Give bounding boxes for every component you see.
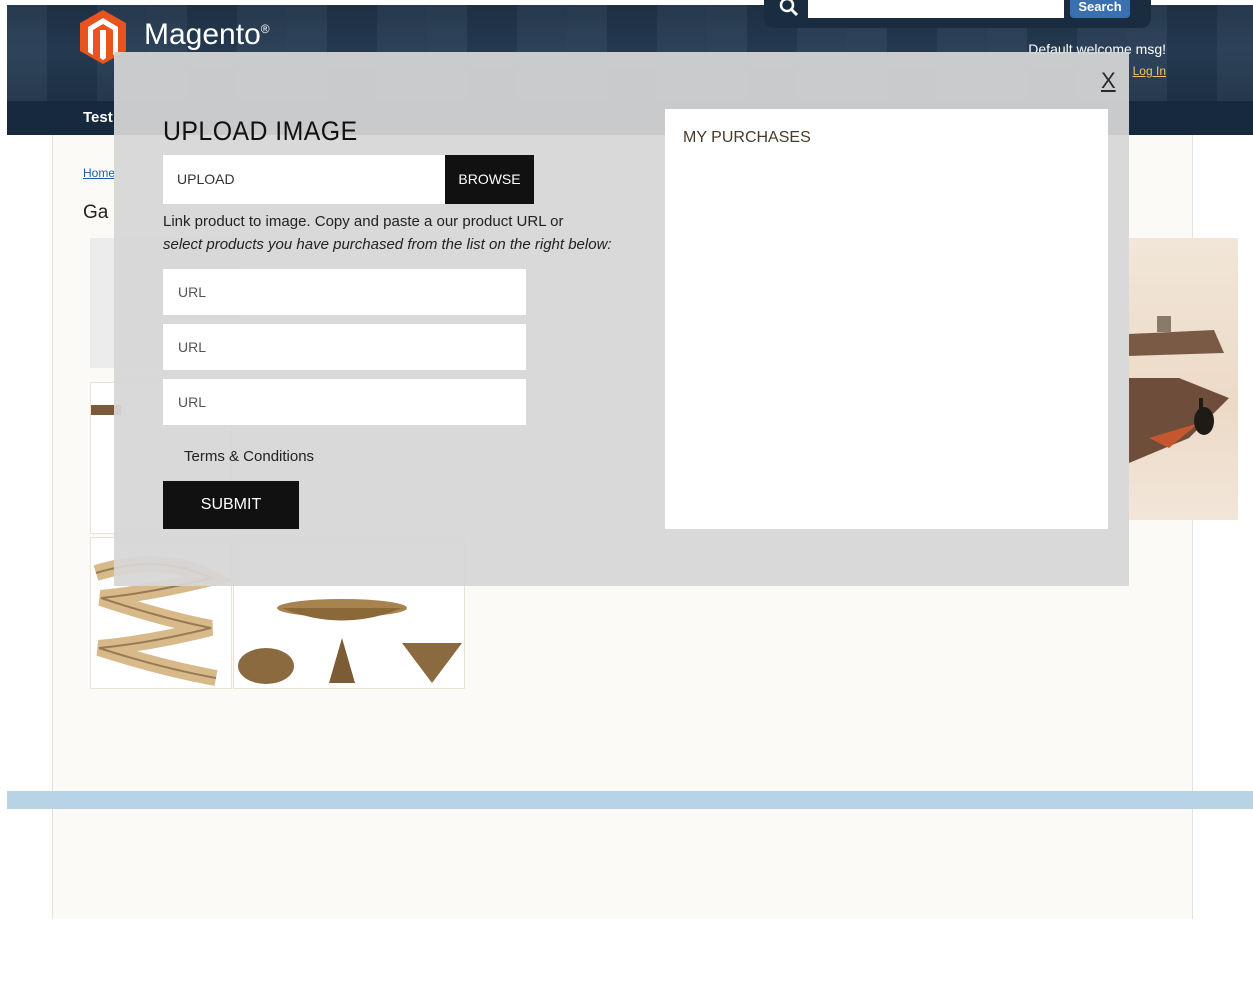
instructions-text: Link product to image. Copy and paste a …	[163, 213, 564, 230]
search-button[interactable]: Search	[1070, 0, 1130, 18]
instructions-text-italic: select products you have purchased from …	[163, 236, 612, 253]
terms-conditions-link[interactable]: Terms & Conditions	[184, 448, 314, 465]
brand-name[interactable]: Magento®	[144, 18, 270, 52]
product-url-input-2[interactable]: URL	[163, 324, 526, 370]
search-icon	[779, 0, 799, 17]
brand-trademark: ®	[260, 22, 270, 36]
breadcrumb-home[interactable]: Home	[83, 166, 115, 180]
my-purchases-panel: MY PURCHASES	[665, 109, 1108, 529]
purchases-title: MY PURCHASES	[683, 129, 811, 146]
modal-title: UPLOAD IMAGE	[163, 116, 358, 146]
upload-field[interactable]: UPLOAD	[163, 155, 445, 204]
top-links: Log In	[1123, 64, 1166, 78]
login-link[interactable]: Log In	[1133, 64, 1166, 78]
product-url-input-3[interactable]: URL	[163, 379, 526, 425]
shelf-vase-image	[1129, 316, 1229, 463]
upload-image-modal: X UPLOAD IMAGE UPLOAD BROWSE Link produc…	[114, 52, 1129, 586]
page-title: Ga	[83, 202, 109, 223]
submit-button[interactable]: SUBMIT	[163, 481, 299, 529]
search-bar: Search	[764, 0, 1151, 28]
close-modal-button[interactable]: X	[1101, 68, 1116, 94]
footer	[52, 809, 1193, 919]
brand-text: Magento	[144, 18, 261, 51]
search-input[interactable]	[808, 0, 1064, 18]
product-url-input-1[interactable]: URL	[163, 269, 526, 315]
nav-item-test[interactable]: Test	[83, 109, 113, 126]
footer-band	[7, 791, 1253, 809]
browse-button[interactable]: BROWSE	[445, 155, 534, 204]
hero-banner-image[interactable]	[1129, 238, 1238, 520]
